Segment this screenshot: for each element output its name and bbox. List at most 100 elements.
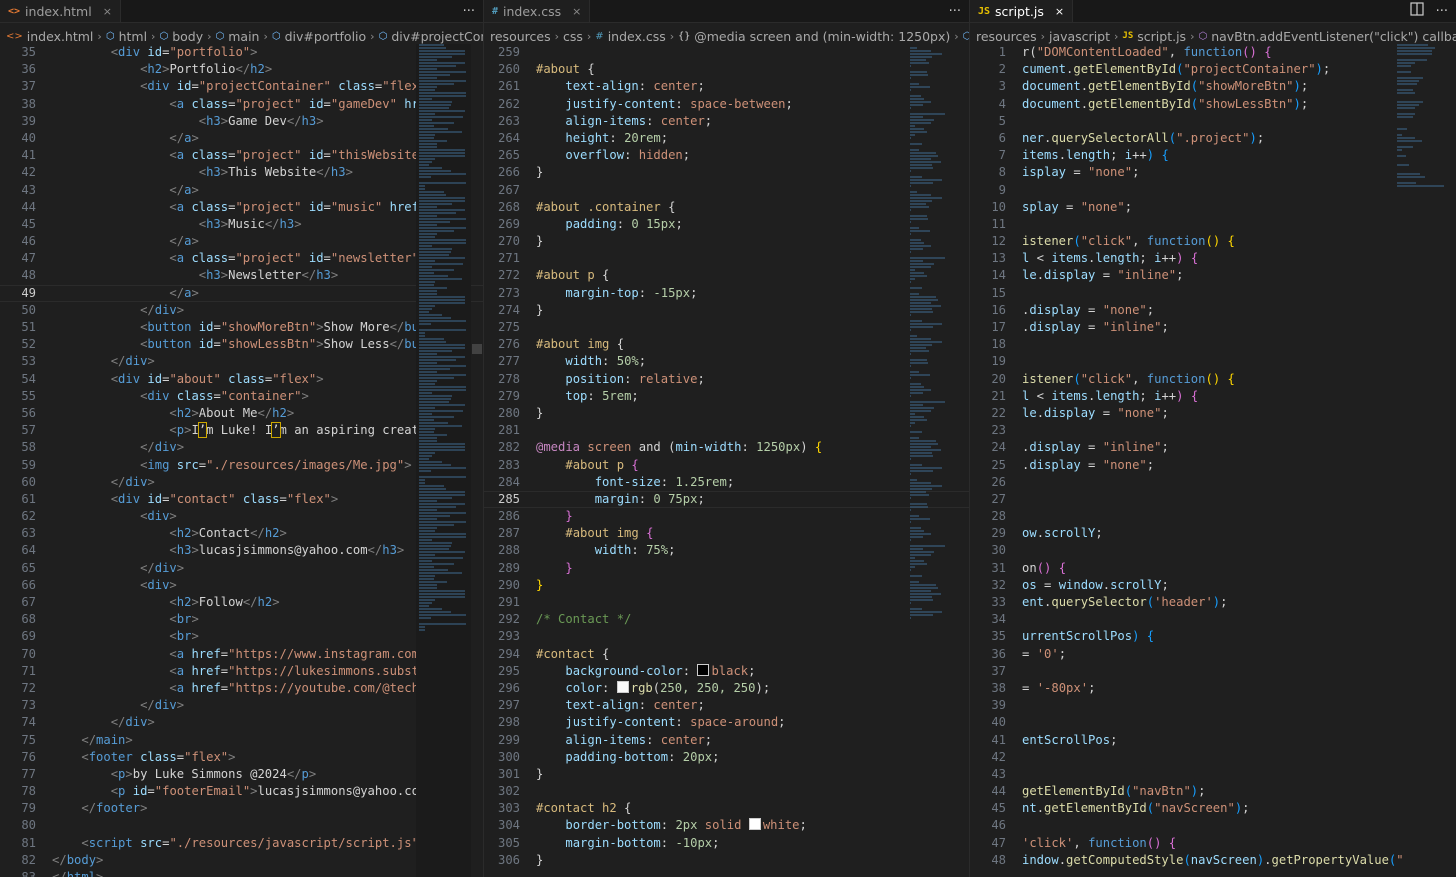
code-line[interactable]: 44 <a class="project" id="music" href=' bbox=[0, 199, 483, 216]
code-line[interactable]: 273 margin-top: -15px; bbox=[484, 285, 969, 302]
code-line[interactable]: 15 bbox=[970, 285, 1456, 302]
breadcrumb-item[interactable]: ⬡#about bbox=[963, 29, 969, 44]
code-line[interactable]: 37 <div id="projectContainer" class="fle… bbox=[0, 78, 483, 95]
code-editor[interactable]: 35 <div id="portfolio"> 36 <h2>Portfolio<… bbox=[0, 44, 483, 877]
breadcrumb-item[interactable]: ⬡div#projectContainer bbox=[379, 29, 483, 44]
breadcrumb-item[interactable]: JS script.js bbox=[1122, 29, 1186, 44]
code-line[interactable]: 22 le.display = "none"; bbox=[970, 405, 1456, 422]
code-line[interactable]: 20 istener("click", function() { bbox=[970, 371, 1456, 388]
breadcrumb-item[interactable]: {} @media screen and (min-width: 1250px) bbox=[678, 29, 950, 44]
code-line[interactable]: 306} bbox=[484, 852, 969, 869]
code-line[interactable]: 78 <p id="footerEmail">lucasjsimmons@yah… bbox=[0, 783, 483, 800]
code-line[interactable]: 278 position: relative; bbox=[484, 371, 969, 388]
code-line[interactable]: 303 #contact h2 { bbox=[484, 800, 969, 817]
code-line[interactable]: 39 <h3>Game Dev</h3> bbox=[0, 113, 483, 130]
code-line[interactable]: 277 width: 50%; bbox=[484, 353, 969, 370]
code-line[interactable]: 282 @media screen and (min-width: 1250px)… bbox=[484, 439, 969, 456]
code-line[interactable]: 45 nt.getElementById("navScreen"); bbox=[970, 800, 1456, 817]
code-line[interactable]: 297 text-align: center; bbox=[484, 697, 969, 714]
code-line[interactable]: 280} bbox=[484, 405, 969, 422]
code-line[interactable]: 82 </body> bbox=[0, 852, 483, 869]
code-line[interactable]: 291 bbox=[484, 594, 969, 611]
code-line[interactable]: 30 bbox=[970, 542, 1456, 559]
breadcrumb-item[interactable]: ⬡ main bbox=[216, 29, 260, 44]
code-line[interactable]: 52 <button id="showLessBtn">Show Less</b… bbox=[0, 336, 483, 353]
code-line[interactable]: 264 height: 20rem; bbox=[484, 130, 969, 147]
breadcrumb-item[interactable]: javascript bbox=[1049, 29, 1110, 44]
minimap[interactable] bbox=[907, 44, 962, 877]
code-line[interactable]: 3 document.getElementById("showMoreBtn"); bbox=[970, 78, 1456, 95]
code-line[interactable]: 260 #about { bbox=[484, 61, 969, 78]
code-line[interactable]: 1 r("DOMContentLoaded", function() { bbox=[970, 44, 1456, 61]
code-line[interactable]: 34 bbox=[970, 611, 1456, 628]
code-line[interactable]: 288 width: 75%; bbox=[484, 542, 969, 559]
code-line[interactable]: 21 l < items.length; i++) { bbox=[970, 388, 1456, 405]
close-icon[interactable]: × bbox=[103, 5, 112, 18]
code-line[interactable]: 275 bbox=[484, 319, 969, 336]
code-line[interactable]: 36 <h2>Portfolio</h2> bbox=[0, 61, 483, 78]
code-line[interactable]: 287 #about img { bbox=[484, 525, 969, 542]
code-line[interactable]: 36 = '0'; bbox=[970, 646, 1456, 663]
code-line[interactable]: 77 <p>by Luke Simmons @2024</p> bbox=[0, 766, 483, 783]
code-line[interactable]: 68 <br> bbox=[0, 611, 483, 628]
color-swatch[interactable] bbox=[697, 663, 710, 676]
code-line[interactable]: 45 <h3>Music</h3> bbox=[0, 216, 483, 233]
code-line[interactable]: 56 <h2>About Me</h2> bbox=[0, 405, 483, 422]
code-line[interactable]: 13 l < items.length; i++) { bbox=[970, 250, 1456, 267]
code-line[interactable]: 8 isplay = "none"; bbox=[970, 164, 1456, 181]
code-line[interactable]: 55 <div class="container"> bbox=[0, 388, 483, 405]
code-line[interactable]: 74 </div> bbox=[0, 714, 483, 731]
code-line[interactable]: 293 bbox=[484, 628, 969, 645]
code-line[interactable]: 51 <button id="showMoreBtn">Show More</b… bbox=[0, 319, 483, 336]
code-line[interactable]: 10 splay = "none"; bbox=[970, 199, 1456, 216]
code-line[interactable]: 269 padding: 0 15px; bbox=[484, 216, 969, 233]
code-line[interactable]: 44 getElementById("navBtn"); bbox=[970, 783, 1456, 800]
code-line[interactable]: 83 </html> bbox=[0, 869, 483, 877]
code-line[interactable]: 301} bbox=[484, 766, 969, 783]
tab-index-css[interactable]: # index.css × bbox=[484, 0, 591, 22]
code-line[interactable]: 262 justify-content: space-between; bbox=[484, 96, 969, 113]
code-line[interactable]: 67 <h2>Follow</h2> bbox=[0, 594, 483, 611]
code-line[interactable]: 64 <h3>lucasjsimmons@yahoo.com</h3> bbox=[0, 542, 483, 559]
code-line[interactable]: 299 align-items: center; bbox=[484, 732, 969, 749]
code-line[interactable]: 267 bbox=[484, 182, 969, 199]
code-line[interactable]: 27 bbox=[970, 491, 1456, 508]
code-line[interactable]: 73 </div> bbox=[0, 697, 483, 714]
code-line[interactable]: 81 <script src="./resources/javascript/s… bbox=[0, 835, 483, 852]
more-actions-icon[interactable]: ··· bbox=[949, 4, 961, 19]
code-line[interactable]: 24 .display = "inline"; bbox=[970, 439, 1456, 456]
breadcrumb-item[interactable]: # index.css bbox=[595, 29, 665, 44]
color-swatch[interactable] bbox=[616, 680, 629, 693]
code-line[interactable]: 19 bbox=[970, 353, 1456, 370]
code-line[interactable]: 71 <a href="https://lukesimmons.substa bbox=[0, 663, 483, 680]
code-line[interactable]: 39 bbox=[970, 697, 1456, 714]
breadcrumb-item[interactable]: ⬡ div#portfolio bbox=[272, 29, 366, 44]
breadcrumb-item[interactable]: resources bbox=[976, 29, 1037, 44]
scrollbar[interactable] bbox=[470, 44, 483, 877]
code-line[interactable]: 70 <a href="https://www.instagram.com/ bbox=[0, 646, 483, 663]
scrollbar-thumb[interactable] bbox=[472, 344, 482, 354]
code-line[interactable]: 35 <div id="portfolio"> bbox=[0, 44, 483, 61]
code-editor[interactable]: 1 r("DOMContentLoaded", function() {2 cume… bbox=[970, 44, 1456, 877]
code-line[interactable]: 271 bbox=[484, 250, 969, 267]
code-line[interactable]: 42 <h3>This Website</h3> bbox=[0, 164, 483, 181]
code-line[interactable]: 58 </div> bbox=[0, 439, 483, 456]
code-line[interactable]: 38 = '-80px'; bbox=[970, 680, 1456, 697]
code-line[interactable]: 292 /* Contact */ bbox=[484, 611, 969, 628]
code-line[interactable]: 43 </a> bbox=[0, 182, 483, 199]
code-line[interactable]: 66 <div> bbox=[0, 577, 483, 594]
code-line[interactable]: 60 </div> bbox=[0, 474, 483, 491]
code-line[interactable]: 33 ent.querySelector('header'); bbox=[970, 594, 1456, 611]
code-line[interactable]: 48 <h3>Newsletter</h3> bbox=[0, 267, 483, 284]
code-line[interactable]: 279 top: 5rem; bbox=[484, 388, 969, 405]
code-line[interactable]: 40 </a> bbox=[0, 130, 483, 147]
split-editor-icon[interactable] bbox=[1409, 2, 1424, 20]
code-line[interactable]: 286 } bbox=[484, 508, 969, 525]
code-line[interactable]: 294 #contact { bbox=[484, 646, 969, 663]
code-line[interactable]: 284 font-size: 1.25rem; bbox=[484, 474, 969, 491]
code-line[interactable]: 75 </main> bbox=[0, 732, 483, 749]
code-line[interactable]: 14 le.display = "inline"; bbox=[970, 267, 1456, 284]
code-line[interactable]: 47 <a class="project" id="newsletter" h bbox=[0, 250, 483, 267]
code-line[interactable]: 28 bbox=[970, 508, 1456, 525]
code-line[interactable]: 57 <p>I’m Luke! I’m an aspiring creato bbox=[0, 422, 483, 439]
